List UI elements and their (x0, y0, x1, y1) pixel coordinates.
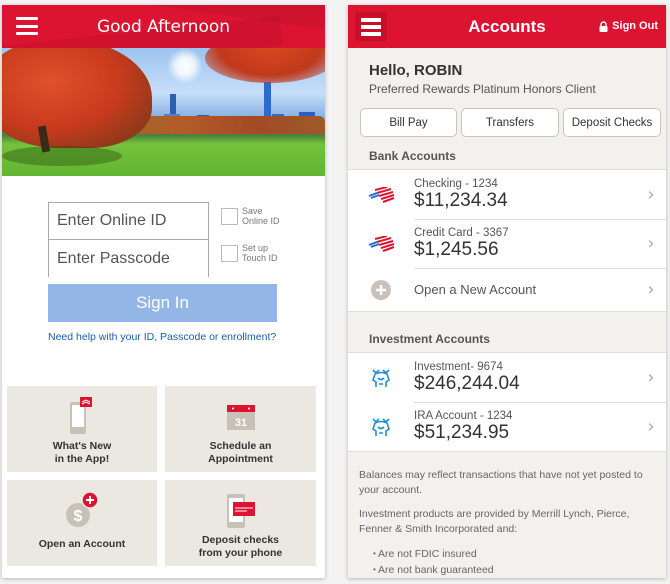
quick-actions: Bill Pay Transfers Deposit Checks (348, 96, 666, 137)
chevron-right-icon: › (647, 233, 655, 254)
account-name: Checking - 1234 (414, 178, 498, 190)
save-online-id-option: Save Online ID (221, 206, 280, 226)
tile-label: What's New in the App! (52, 440, 112, 465)
sign-out-label: Sign Out (612, 20, 658, 32)
help-link[interactable]: Need help with your ID, Passcode or enro… (48, 331, 288, 343)
account-row-credit-card[interactable]: Credit Card - 3367 $1,245.56 › (348, 219, 666, 268)
disclaimer: Balances may reflect transactions that h… (348, 452, 666, 578)
account-name: IRA Account - 1234 (414, 410, 513, 422)
bill-pay-button[interactable]: Bill Pay (360, 108, 457, 137)
disclaimer-bullet: Are not bank guaranteed (373, 562, 656, 578)
accounts-header: Accounts Sign Out (348, 5, 666, 48)
account-balance: $1,245.56 (414, 239, 499, 260)
disclaimer-bullet: Are not FDIC insured (373, 546, 656, 562)
greeting-title: Good Afternoon (96, 16, 231, 37)
tile-label: Deposit checks from your phone (198, 534, 283, 559)
touch-id-option: Set up Touch ID (221, 243, 278, 263)
investment-accounts-list: Investment- 9674 $246,244.04 › IRA Accou… (348, 352, 666, 452)
login-header: Good Afternoon (2, 5, 325, 48)
chevron-right-icon: › (647, 184, 655, 205)
touch-id-checkbox[interactable] (221, 245, 238, 262)
greeting-block: Hello, ROBIN Preferred Rewards Platinum … (348, 48, 666, 96)
merrill-bull-icon (348, 416, 414, 438)
disclaimer-bullets: Are not FDIC insured Are not bank guaran… (359, 546, 656, 578)
account-row-investment[interactable]: Investment- 9674 $246,244.04 › (348, 353, 666, 402)
merrill-bull-icon (348, 367, 414, 389)
lock-icon (599, 20, 608, 32)
tile-open-account[interactable]: $ Open an Account (7, 480, 157, 566)
tree (205, 48, 325, 83)
dollar-glyph: $ (74, 508, 83, 525)
account-balance: $51,234.95 (414, 422, 510, 443)
investment-note: Investment products are provided by Merr… (359, 508, 630, 535)
chevron-right-icon: › (647, 367, 655, 388)
sign-in-button[interactable]: Sign In (48, 284, 277, 322)
account-row-checking[interactable]: Checking - 1234 $11,234.34 › (348, 170, 666, 219)
tree (2, 48, 152, 148)
greeting-name: Hello, ROBIN (369, 62, 463, 79)
hero-image (2, 48, 325, 176)
plus-circle-icon (348, 279, 414, 300)
sun-glare (167, 48, 203, 84)
accounts-title: Accounts (468, 16, 546, 36)
calendar-icon: 31 (226, 396, 256, 436)
login-form: Save Online ID Set up Touch ID Sign In N… (2, 176, 325, 381)
tree-shadow (2, 146, 122, 166)
save-online-id-label: Save Online ID (242, 206, 280, 226)
accounts-screen: Accounts Sign Out Hello, ROBIN Preferred… (348, 5, 666, 578)
open-account-label: Open a New Account (414, 282, 537, 297)
investment-accounts-heading: Investment Accounts (369, 332, 490, 346)
account-name: Investment- 9674 (414, 361, 503, 373)
chevron-right-icon: › (647, 416, 655, 437)
hamburger-icon[interactable] (16, 17, 38, 35)
bofa-flag-icon (348, 186, 414, 203)
passcode-input[interactable] (49, 240, 208, 277)
quick-tiles: What's New in the App! 31 Schedule an Ap… (7, 386, 316, 566)
tile-schedule-appointment[interactable]: 31 Schedule an Appointment (165, 386, 316, 472)
client-tier: Preferred Rewards Platinum Honors Client (369, 82, 596, 96)
account-name: Credit Card - 3367 (414, 227, 509, 239)
tile-whats-new[interactable]: What's New in the App! (7, 386, 157, 472)
bank-accounts-list: Checking - 1234 $11,234.34 › Credit Card… (348, 169, 666, 312)
balances-note: Balances may reflect transactions that h… (359, 469, 643, 496)
phone-news-icon (64, 396, 100, 436)
tile-deposit-checks[interactable]: Deposit checks from your phone (165, 480, 316, 566)
phone-check-icon (223, 490, 259, 530)
bofa-flag-icon (348, 235, 414, 252)
tile-label: Open an Account (38, 538, 126, 550)
open-new-account-row[interactable]: Open a New Account › (348, 268, 666, 311)
account-balance: $11,234.34 (414, 190, 508, 211)
save-online-id-checkbox[interactable] (221, 208, 238, 225)
touch-id-label: Set up Touch ID (242, 243, 278, 263)
sign-out-button[interactable]: Sign Out (599, 20, 658, 32)
chevron-right-icon: › (647, 279, 655, 300)
bank-accounts-heading: Bank Accounts (369, 149, 456, 163)
transfers-button[interactable]: Transfers (461, 108, 559, 137)
hamburger-icon[interactable] (355, 12, 387, 41)
calendar-day: 31 (234, 417, 246, 429)
tile-label: Schedule an Appointment (208, 440, 273, 465)
online-id-input[interactable] (49, 203, 208, 240)
account-row-ira[interactable]: IRA Account - 1234 $51,234.95 › (348, 402, 666, 451)
dollar-plus-icon: $ (64, 490, 100, 530)
deposit-checks-button[interactable]: Deposit Checks (563, 108, 661, 137)
credential-fields (48, 202, 209, 277)
account-balance: $246,244.04 (414, 373, 520, 394)
